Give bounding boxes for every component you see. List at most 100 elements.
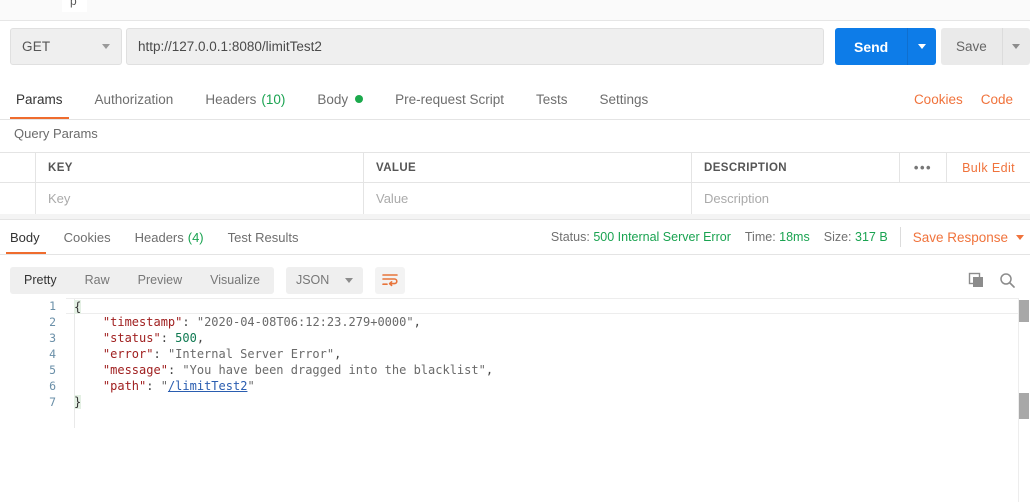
editor-scrollbar-handle[interactable] bbox=[1019, 393, 1029, 419]
search-icon bbox=[1000, 272, 1015, 288]
json-code: { "timestamp": "2020-04-08T06:12:23.279+… bbox=[66, 298, 1030, 502]
bulk-edit-link[interactable]: Bulk Edit bbox=[947, 161, 1030, 175]
json-key-message: "message" bbox=[102, 363, 168, 377]
line-number: 2 bbox=[49, 315, 56, 329]
response-body-editor[interactable]: 1 2 3 4 5 6 7 { "timestamp": "2020-04-08… bbox=[0, 298, 1030, 502]
chevron-down-icon bbox=[1012, 44, 1021, 49]
send-options-button[interactable] bbox=[908, 28, 937, 65]
body-present-dot-icon bbox=[355, 95, 364, 103]
url-input[interactable]: http://127.0.0.1:8080/limitTest2 bbox=[126, 28, 824, 65]
status-group: Status: 500 Internal Server Error bbox=[551, 230, 731, 244]
line-number: 3 bbox=[49, 331, 56, 345]
save-response-button[interactable]: Save Response bbox=[913, 230, 1008, 245]
word-wrap-icon bbox=[382, 274, 399, 287]
response-tab-headers[interactable]: Headers (4) bbox=[123, 220, 216, 254]
send-button[interactable]: Send bbox=[835, 28, 909, 65]
description-input[interactable]: Description bbox=[692, 183, 1030, 214]
size-label: Size: bbox=[823, 230, 852, 244]
tab-strip-partial-tab[interactable]: p bbox=[62, 0, 87, 12]
url-text: http://127.0.0.1:8080/limitTest2 bbox=[138, 39, 322, 54]
time-value: 18ms bbox=[779, 230, 810, 244]
tab-params[interactable]: Params bbox=[0, 79, 79, 119]
json-close-brace: } bbox=[74, 395, 82, 409]
response-tab-test-results[interactable]: Test Results bbox=[216, 220, 311, 254]
json-key-status: "status" bbox=[102, 331, 161, 345]
save-button[interactable]: Save bbox=[941, 28, 1003, 65]
request-tab-strip: p bbox=[0, 0, 1030, 21]
key-column-header: KEY bbox=[36, 153, 364, 182]
tab-authorization[interactable]: Authorization bbox=[79, 79, 190, 119]
json-value-path-link[interactable]: /limitTest2 bbox=[168, 379, 247, 393]
tab-pre-request-script[interactable]: Pre-request Script bbox=[379, 79, 520, 119]
format-pretty[interactable]: Pretty bbox=[10, 267, 71, 294]
time-label: Time: bbox=[744, 230, 776, 244]
response-tabs: Body Cookies Headers (4) Test Results St… bbox=[0, 220, 1030, 255]
line-number-gutter: 1 2 3 4 5 6 7 bbox=[0, 298, 66, 502]
key-input[interactable]: Key bbox=[36, 183, 364, 214]
word-wrap-button[interactable] bbox=[375, 266, 406, 294]
cookies-link[interactable]: Cookies bbox=[905, 92, 972, 107]
http-method-selector[interactable]: GET bbox=[10, 28, 122, 65]
line-number: 4 bbox=[49, 347, 56, 361]
row-checkbox-cell[interactable] bbox=[0, 183, 36, 214]
query-params-title: Query Params bbox=[14, 126, 98, 141]
response-tab-headers-label: Headers bbox=[134, 229, 184, 245]
size-group: Size: 317 B bbox=[824, 230, 888, 244]
code-line-5: "message": "You have been dragged into t… bbox=[102, 363, 494, 377]
json-value-message: "You have been dragged into the blacklis… bbox=[182, 363, 486, 377]
line-number: 1 bbox=[49, 299, 56, 313]
more-options-icon[interactable]: ••• bbox=[898, 153, 948, 182]
code-line-4: "error": "Internal Server Error", bbox=[102, 347, 342, 361]
json-key-error: "error" bbox=[102, 347, 154, 361]
tab-tests[interactable]: Tests bbox=[520, 79, 584, 119]
value-input[interactable]: Value bbox=[364, 183, 692, 214]
chevron-down-icon bbox=[102, 44, 110, 49]
send-button-group: Send bbox=[835, 28, 937, 65]
code-link[interactable]: Code bbox=[972, 92, 1022, 107]
chevron-down-icon bbox=[345, 277, 354, 283]
search-button[interactable] bbox=[999, 272, 1016, 289]
table-row: Key Value Description bbox=[0, 183, 1030, 215]
tab-settings[interactable]: Settings bbox=[583, 79, 664, 119]
response-tab-body-label: Body bbox=[10, 229, 40, 245]
language-selector[interactable]: JSON bbox=[285, 266, 364, 294]
response-tab-test-results-label: Test Results bbox=[227, 229, 299, 245]
copy-button[interactable] bbox=[968, 272, 985, 289]
json-key-path: "path" bbox=[102, 379, 147, 393]
code-line-2: "timestamp": "2020-04-08T06:12:23.279+00… bbox=[102, 315, 421, 329]
editor-scrollbar-thumb[interactable] bbox=[1019, 300, 1029, 322]
tab-headers[interactable]: Headers (10) bbox=[189, 79, 301, 119]
response-format-bar: Pretty Raw Preview Visualize JSON bbox=[0, 262, 1030, 298]
format-visualize[interactable]: Visualize bbox=[196, 267, 274, 294]
json-value-status: 500 bbox=[175, 331, 197, 345]
format-mode-group: Pretty Raw Preview Visualize bbox=[10, 266, 274, 294]
tab-headers-label: Headers bbox=[205, 91, 257, 107]
tab-body[interactable]: Body bbox=[301, 79, 379, 119]
chevron-down-icon[interactable] bbox=[1016, 234, 1024, 240]
json-value-error: "Internal Server Error" bbox=[167, 347, 335, 361]
http-method-label: GET bbox=[22, 39, 51, 54]
response-tab-headers-count: (4) bbox=[187, 229, 204, 245]
format-raw[interactable]: Raw bbox=[71, 267, 124, 294]
status-label: Status: bbox=[550, 230, 590, 244]
line-number: 6 bbox=[49, 379, 56, 393]
response-tab-cookies[interactable]: Cookies bbox=[52, 220, 123, 254]
tab-authorization-label: Authorization bbox=[94, 91, 174, 107]
size-value: 317 B bbox=[855, 230, 888, 244]
value-column-header: VALUE bbox=[364, 153, 692, 182]
language-label: JSON bbox=[295, 273, 330, 287]
json-open-brace: { bbox=[74, 300, 82, 314]
save-options-button[interactable] bbox=[1002, 28, 1030, 65]
tab-tests-label: Tests bbox=[535, 91, 568, 107]
tab-body-label: Body bbox=[317, 91, 349, 107]
json-value-timestamp: "2020-04-08T06:12:23.279+0000" bbox=[196, 315, 414, 329]
response-tab-body[interactable]: Body bbox=[0, 220, 52, 254]
table-tools: ••• Bulk Edit bbox=[898, 153, 1030, 182]
tab-pre-request-script-label: Pre-request Script bbox=[395, 91, 504, 107]
chevron-down-icon bbox=[918, 44, 927, 49]
request-tabs: Params Authorization Headers (10) Body P… bbox=[0, 79, 1030, 120]
url-row: GET http://127.0.0.1:8080/limitTest2 Sen… bbox=[0, 21, 1030, 79]
save-button-group: Save bbox=[941, 28, 1030, 65]
line-number: 7 bbox=[49, 395, 56, 409]
format-preview[interactable]: Preview bbox=[124, 267, 196, 294]
